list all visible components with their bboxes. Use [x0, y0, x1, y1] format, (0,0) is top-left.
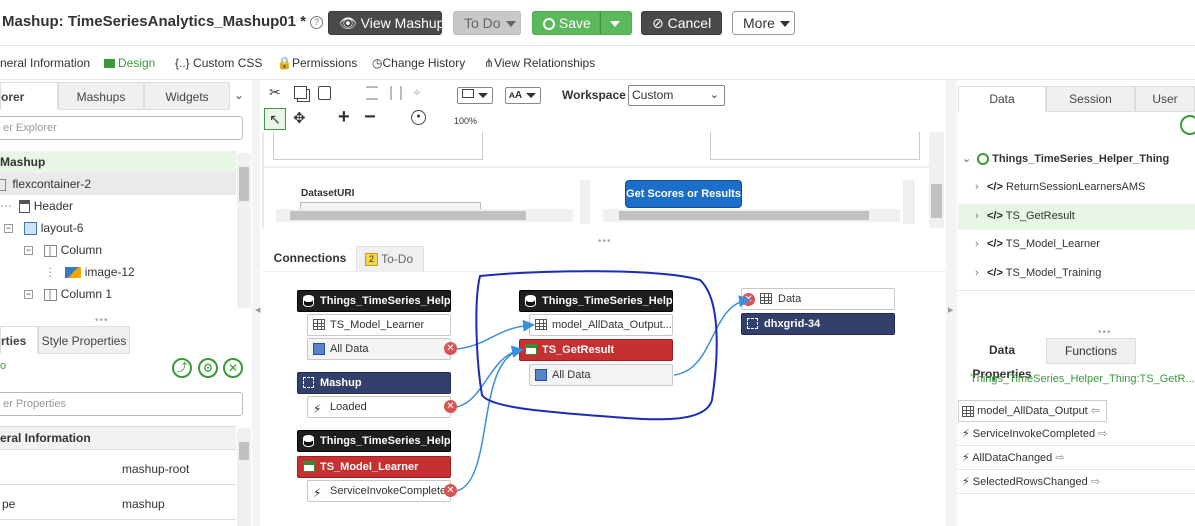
code-icon: </> — [987, 238, 1003, 250]
divider — [958, 290, 1195, 291]
code-icon: </> — [987, 181, 1003, 193]
service-label: TS_GetResult — [1005, 210, 1075, 222]
splitter-handle[interactable]: ••• — [1098, 327, 1112, 338]
output-label: SelectedRowsChanged — [972, 476, 1088, 488]
output-label: model_AllData_Output — [977, 405, 1088, 417]
drag-arrow-icon: ⇨ — [1098, 428, 1108, 440]
tab-label: Session — [1069, 92, 1112, 106]
service-item[interactable]: › </> ReturnSessionLearnersAMS — [975, 181, 1145, 193]
output-event[interactable]: ⚡ ServiceInvokeCompleted ⇨ — [958, 424, 1195, 446]
output-event[interactable]: ⚡ AllDataChanged ⇨ — [958, 448, 1195, 470]
wire-alldata-to-model — [456, 319, 535, 350]
service-item[interactable]: › </> TS_Model_Learner — [975, 238, 1100, 250]
lightning-icon: ⚡ — [962, 476, 970, 488]
lightning-icon: ⚡ — [962, 428, 970, 440]
tab-data-properties[interactable]: Data Properties — [958, 338, 1046, 381]
code-icon: </> — [987, 267, 1003, 279]
chevron-right-icon: › — [975, 210, 979, 222]
wire-loaded-to-getresult — [456, 345, 524, 408]
add-data-icon[interactable] — [1180, 115, 1195, 135]
tab-session[interactable]: Session — [1046, 86, 1135, 112]
collapse-right-icon[interactable]: ▶ — [948, 306, 953, 314]
tab-label: Data — [989, 92, 1015, 106]
tab-label: User — [1152, 92, 1178, 106]
table-icon — [962, 405, 974, 417]
chevron-down-icon: ⌄ — [962, 153, 972, 165]
drag-arrow-icon: ⇦ — [1090, 405, 1101, 417]
service-label: ReturnSessionLearnersAMS — [1005, 181, 1146, 193]
tab-functions[interactable]: Functions — [1046, 338, 1136, 364]
selected-service-path: Things_TimeSeries_Helper_Thing:TS_GetR..… — [970, 373, 1195, 385]
chevron-right-icon: › — [975, 267, 979, 279]
thing-icon — [977, 153, 990, 166]
output-label: AllDataChanged — [972, 452, 1053, 464]
chevron-right-icon: › — [975, 238, 979, 250]
tab-data[interactable]: Data — [958, 86, 1046, 112]
service-label: TS_Model_Learner — [1005, 238, 1100, 250]
drag-arrow-icon: ⇨ — [1090, 476, 1101, 488]
service-item[interactable]: › </> TS_GetResult — [975, 210, 1075, 222]
thing-label: Things_TimeSeries_Helper_Thing — [992, 153, 1170, 165]
tab-user[interactable]: User — [1135, 86, 1195, 112]
tab-label: Functions — [1064, 344, 1118, 358]
code-icon: </> — [987, 210, 1003, 222]
thing-entity[interactable]: ⌄ Things_TimeSeries_Helper_Thing — [962, 152, 1170, 166]
wire-alldata-to-grid — [673, 295, 751, 376]
service-label: TS_Model_Training — [1005, 267, 1102, 279]
lightning-icon: ⚡ — [962, 452, 970, 464]
service-item[interactable]: › </> TS_Model_Training — [975, 267, 1101, 279]
chevron-right-icon: › — [975, 181, 979, 193]
wire-completed-to-getresult — [456, 346, 524, 492]
annotation-circle — [475, 270, 718, 421]
drag-arrow-icon: ⇨ — [1055, 452, 1065, 464]
output-event[interactable]: ⚡ SelectedRowsChanged ⇨ — [958, 472, 1195, 494]
output-model-alldata[interactable]: model_AllData_Output ⇦ — [958, 400, 1107, 422]
output-label: ServiceInvokeCompleted — [972, 428, 1096, 440]
